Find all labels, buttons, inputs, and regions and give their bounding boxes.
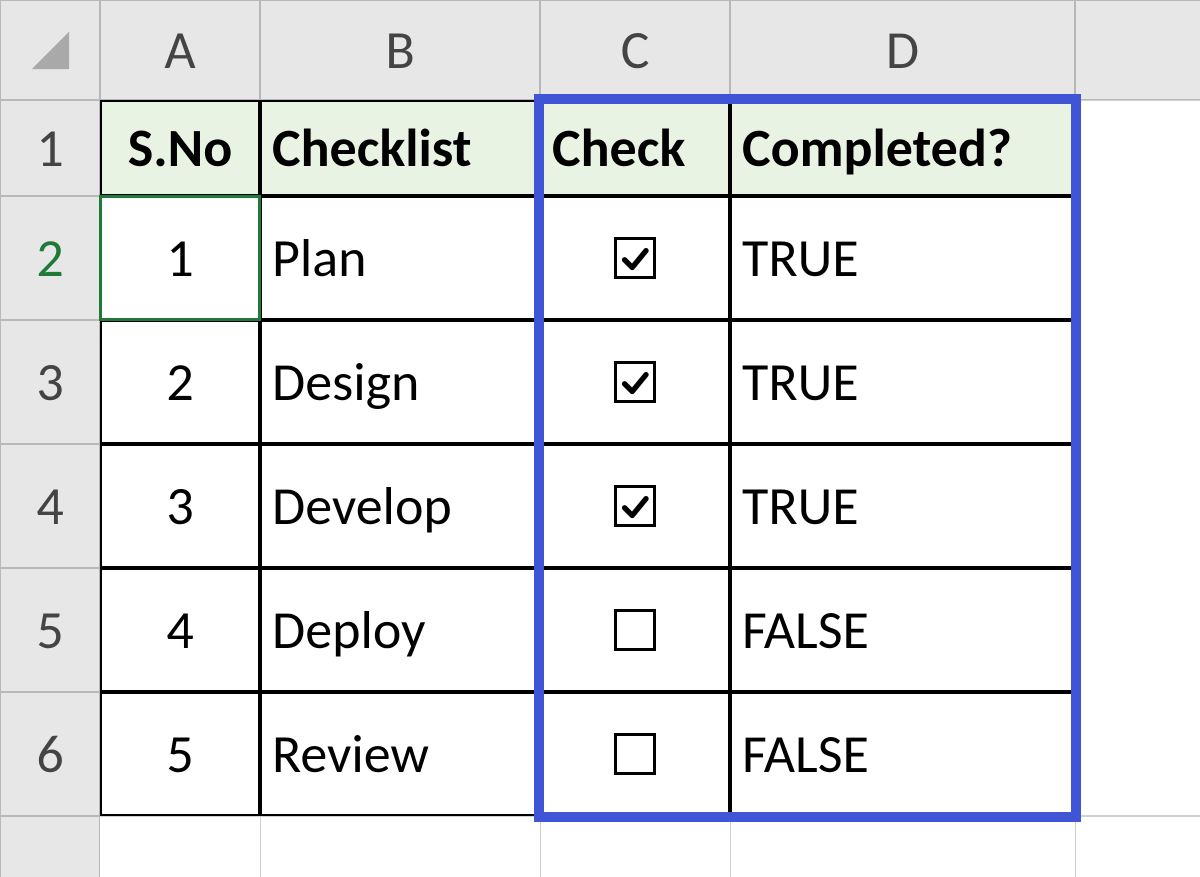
cell-value: Design bbox=[272, 349, 419, 415]
cell-value: 1 bbox=[166, 225, 193, 291]
cell-C2-check[interactable] bbox=[540, 196, 730, 320]
cell-A6-sno[interactable]: 5 bbox=[100, 692, 260, 816]
cell-value: TRUE bbox=[742, 349, 859, 415]
row-label: 6 bbox=[36, 721, 63, 787]
cell-A4-sno[interactable]: 3 bbox=[100, 444, 260, 568]
col-label: B bbox=[385, 17, 414, 83]
cell-value: TRUE bbox=[742, 225, 859, 291]
column-header-A[interactable]: A bbox=[100, 0, 260, 100]
cell-value: 3 bbox=[166, 473, 193, 539]
header-label: Checklist bbox=[272, 115, 471, 181]
row-label: 5 bbox=[36, 597, 63, 663]
col-label: A bbox=[164, 17, 195, 83]
cell-C5-check[interactable] bbox=[540, 568, 730, 692]
spreadsheet-grid: A B C D 1 2 3 4 5 6 S.No Checklist Check… bbox=[0, 0, 1200, 877]
cell-B5-checklist[interactable]: Deploy bbox=[260, 568, 540, 692]
row-header-6[interactable]: 6 bbox=[0, 692, 100, 816]
cell-A5-sno[interactable]: 4 bbox=[100, 568, 260, 692]
cell-D6-completed[interactable]: FALSE bbox=[730, 692, 1075, 816]
column-header-D[interactable]: D bbox=[730, 0, 1075, 100]
row-header-4[interactable]: 4 bbox=[0, 444, 100, 568]
cell-value: Deploy bbox=[272, 597, 425, 663]
row-header-2[interactable]: 2 bbox=[0, 196, 100, 320]
col-label: D bbox=[886, 17, 919, 83]
header-label: Check bbox=[552, 115, 685, 181]
row-label: 1 bbox=[36, 115, 63, 181]
cell-D4-completed[interactable]: TRUE bbox=[730, 444, 1075, 568]
cell-value: Develop bbox=[272, 473, 452, 539]
cell-D2-completed[interactable]: TRUE bbox=[730, 196, 1075, 320]
header-label: Completed? bbox=[742, 115, 1012, 181]
cell-B3-checklist[interactable]: Design bbox=[260, 320, 540, 444]
cell-value: Plan bbox=[272, 225, 367, 291]
cell-value: TRUE bbox=[742, 473, 859, 539]
cell-D5-completed[interactable]: FALSE bbox=[730, 568, 1075, 692]
cell-value: FALSE bbox=[742, 597, 869, 663]
row-header-3[interactable]: 3 bbox=[0, 320, 100, 444]
cell-B4-checklist[interactable]: Develop bbox=[260, 444, 540, 568]
select-all-triangle-icon bbox=[27, 21, 74, 80]
cell-value: FALSE bbox=[742, 721, 869, 787]
cell-B6-checklist[interactable]: Review bbox=[260, 692, 540, 816]
checkmark-icon bbox=[620, 491, 651, 522]
checkbox-row-1[interactable] bbox=[614, 237, 656, 279]
cell-value: Review bbox=[272, 721, 429, 787]
row-label: 3 bbox=[36, 349, 63, 415]
checkmark-icon bbox=[620, 367, 651, 398]
column-header-next[interactable] bbox=[1075, 0, 1200, 100]
select-all-corner[interactable] bbox=[0, 0, 100, 100]
row-7-blank[interactable] bbox=[100, 816, 1200, 877]
header-label: S.No bbox=[128, 115, 233, 181]
cell-A3-sno[interactable]: 2 bbox=[100, 320, 260, 444]
row-label: 2 bbox=[36, 225, 63, 291]
row-header-7[interactable] bbox=[0, 816, 100, 877]
cell-value: 4 bbox=[166, 597, 193, 663]
cell-C4-check[interactable] bbox=[540, 444, 730, 568]
checkbox-row-2[interactable] bbox=[614, 361, 656, 403]
row-header-5[interactable]: 5 bbox=[0, 568, 100, 692]
column-header-B[interactable]: B bbox=[260, 0, 540, 100]
column-header-C[interactable]: C bbox=[540, 0, 730, 100]
cell-C6-check[interactable] bbox=[540, 692, 730, 816]
cell-empty-right[interactable] bbox=[1075, 100, 1200, 816]
cell-D3-completed[interactable]: TRUE bbox=[730, 320, 1075, 444]
cell-D1-header-completed[interactable]: Completed? bbox=[730, 100, 1075, 196]
row-label: 4 bbox=[36, 473, 63, 539]
cell-A1-header-sno[interactable]: S.No bbox=[100, 100, 260, 196]
checkbox-row-4[interactable] bbox=[614, 609, 656, 651]
checkbox-row-5[interactable] bbox=[614, 733, 656, 775]
checkbox-row-3[interactable] bbox=[614, 485, 656, 527]
cell-B1-header-checklist[interactable]: Checklist bbox=[260, 100, 540, 196]
row-header-1[interactable]: 1 bbox=[0, 100, 100, 196]
col-label: C bbox=[621, 17, 650, 83]
cell-C1-header-check[interactable]: Check bbox=[540, 100, 730, 196]
cell-B2-checklist[interactable]: Plan bbox=[260, 196, 540, 320]
cell-value: 2 bbox=[166, 349, 193, 415]
cell-C3-check[interactable] bbox=[540, 320, 730, 444]
cell-value: 5 bbox=[166, 721, 193, 787]
checkmark-icon bbox=[620, 243, 651, 274]
cell-A2-sno[interactable]: 1 bbox=[100, 196, 260, 320]
